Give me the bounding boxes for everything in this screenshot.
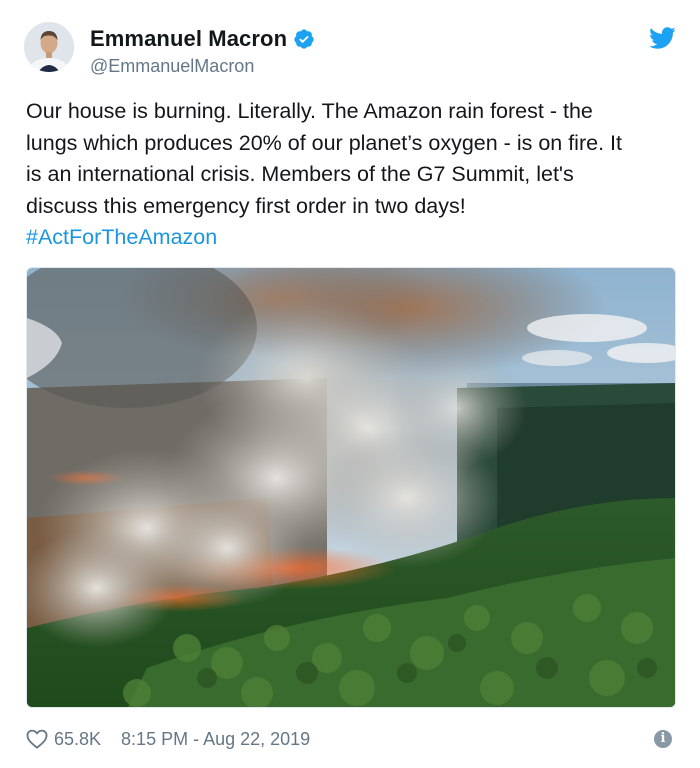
tweet-body: Our house is burning. Literally. The Ama… — [26, 99, 622, 218]
verified-badge-icon — [293, 28, 315, 50]
info-icon[interactable]: i — [654, 730, 672, 748]
photo-image — [27, 268, 675, 707]
tweet-timestamp[interactable]: 8:15 PM - Aug 22, 2019 — [121, 729, 310, 750]
user-handle[interactable]: @EmmanuelMacron — [90, 56, 254, 77]
tweet-text: Our house is burning. Literally. The Ama… — [26, 96, 676, 254]
avatar[interactable] — [24, 22, 74, 72]
tweet-header: Emmanuel Macron @EmmanuelMacron — [24, 22, 676, 82]
name-row: Emmanuel Macron — [90, 25, 315, 53]
like-count: 65.8K — [54, 728, 102, 749]
tweet-card: Emmanuel Macron @EmmanuelMacron Our hous… — [0, 0, 700, 768]
display-name[interactable]: Emmanuel Macron — [90, 26, 287, 52]
tweet-footer: 65.8K 8:15 PM - Aug 22, 2019 i — [26, 726, 676, 752]
heart-icon[interactable] — [26, 729, 48, 749]
avatar-image — [24, 22, 74, 72]
wildfire-photo[interactable] — [26, 267, 676, 708]
twitter-bird-icon[interactable] — [648, 26, 676, 50]
hashtag-link[interactable]: #ActForTheAmazon — [26, 225, 217, 249]
